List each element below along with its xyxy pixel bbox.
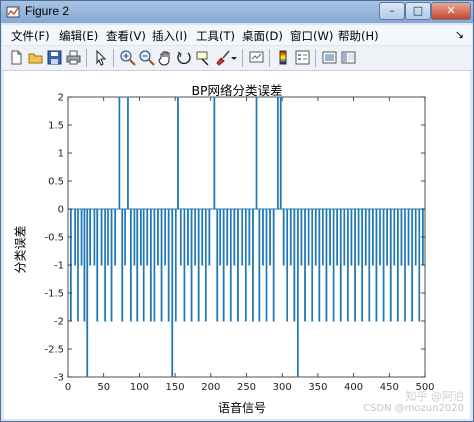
- title-bar[interactable]: Figure 2 – □ ✕: [1, 1, 473, 23]
- x-tick-label: 100: [130, 382, 149, 393]
- menu-window[interactable]: 窗口(W): [290, 28, 333, 44]
- error-plot[interactable]: 0 50 100 150 200 250 300 350 400 450 50021.510.50-…: [4, 71, 470, 419]
- minimize-button[interactable]: –: [379, 2, 405, 20]
- figure-window: Figure 2 – □ ✕ 文件(F) 编辑(E) 查看(V) 插入(I) 工…: [0, 0, 474, 422]
- y-tick-label: -2.5: [44, 345, 64, 356]
- y-tick-label: 0: [58, 205, 64, 216]
- menu-desktop[interactable]: 桌面(D): [242, 28, 283, 44]
- y-tick-label: -1.5: [44, 289, 64, 300]
- y-tick-label: 2: [58, 93, 64, 104]
- pan-icon[interactable]: [157, 49, 174, 66]
- y-tick-label: 1: [58, 149, 64, 160]
- zoom-in-icon[interactable]: [119, 49, 136, 66]
- menu-insert[interactable]: 插入(I): [152, 28, 187, 44]
- print-icon[interactable]: [65, 49, 82, 66]
- watermark-csdn: CSDN @mozun2020: [363, 403, 464, 414]
- save-icon[interactable]: [46, 49, 63, 66]
- matlab-figure-icon: [6, 6, 20, 18]
- link-plot-icon[interactable]: [248, 49, 265, 66]
- x-tick-label: 300: [273, 382, 292, 393]
- menu-bar: 文件(F) 编辑(E) 查看(V) 插入(I) 工具(T) 桌面(D) 窗口(W…: [2, 25, 472, 45]
- plot-tools-hide-icon[interactable]: [321, 49, 338, 66]
- legend-icon[interactable]: [294, 49, 311, 66]
- y-tick-label: -2: [54, 317, 64, 328]
- menu-help[interactable]: 帮助(H): [338, 28, 379, 44]
- toolbar: [2, 46, 472, 71]
- x-tick-label: 400: [344, 382, 363, 393]
- rotate-icon[interactable]: [176, 49, 193, 66]
- figure-canvas: BP网络分类误差 0 50 100 150 200 250 300 350 400 450 500 2…: [4, 71, 470, 419]
- watermark: 知乎 @阿泊 CSDN @mozun2020: [363, 391, 464, 415]
- x-tick-label: 350: [308, 382, 327, 393]
- data-cursor-icon[interactable]: [195, 49, 212, 66]
- watermark-zhihu: 知乎 @阿泊: [405, 390, 465, 403]
- brush-dropdown-arrow-icon[interactable]: [229, 49, 239, 66]
- y-tick-label: -1: [54, 261, 64, 272]
- menu-overflow-arrow-icon[interactable]: ↘: [455, 28, 464, 41]
- y-tick-label: -3: [54, 373, 64, 384]
- x-axis-label: 语音信号: [218, 401, 267, 415]
- y-tick-label: 1.5: [48, 121, 64, 132]
- pointer-icon[interactable]: [92, 49, 109, 66]
- open-file-icon[interactable]: [27, 49, 44, 66]
- zoom-out-icon[interactable]: [138, 49, 155, 66]
- close-button[interactable]: ✕: [431, 2, 471, 20]
- x-tick-label: 200: [201, 382, 220, 393]
- colorbar-icon[interactable]: [275, 49, 292, 66]
- x-tick-label: 250: [237, 382, 256, 393]
- menu-view[interactable]: 查看(V): [106, 28, 146, 44]
- y-tick-label: 0.5: [48, 177, 64, 188]
- new-figure-icon[interactable]: [8, 49, 25, 66]
- x-tick-label: 0: [65, 382, 71, 393]
- y-tick-label: -0.5: [44, 233, 64, 244]
- menu-file[interactable]: 文件(F): [11, 28, 50, 44]
- y-axis-label: 分类误差: [13, 225, 28, 274]
- maximize-button[interactable]: □: [405, 2, 431, 20]
- plot-tools-show-icon[interactable]: [340, 49, 357, 66]
- window-title: Figure 2: [25, 4, 70, 18]
- x-tick-label: 50: [97, 382, 110, 393]
- menu-tools[interactable]: 工具(T): [196, 28, 235, 44]
- x-tick-label: 150: [166, 382, 185, 393]
- menu-edit[interactable]: 编辑(E): [59, 28, 98, 44]
